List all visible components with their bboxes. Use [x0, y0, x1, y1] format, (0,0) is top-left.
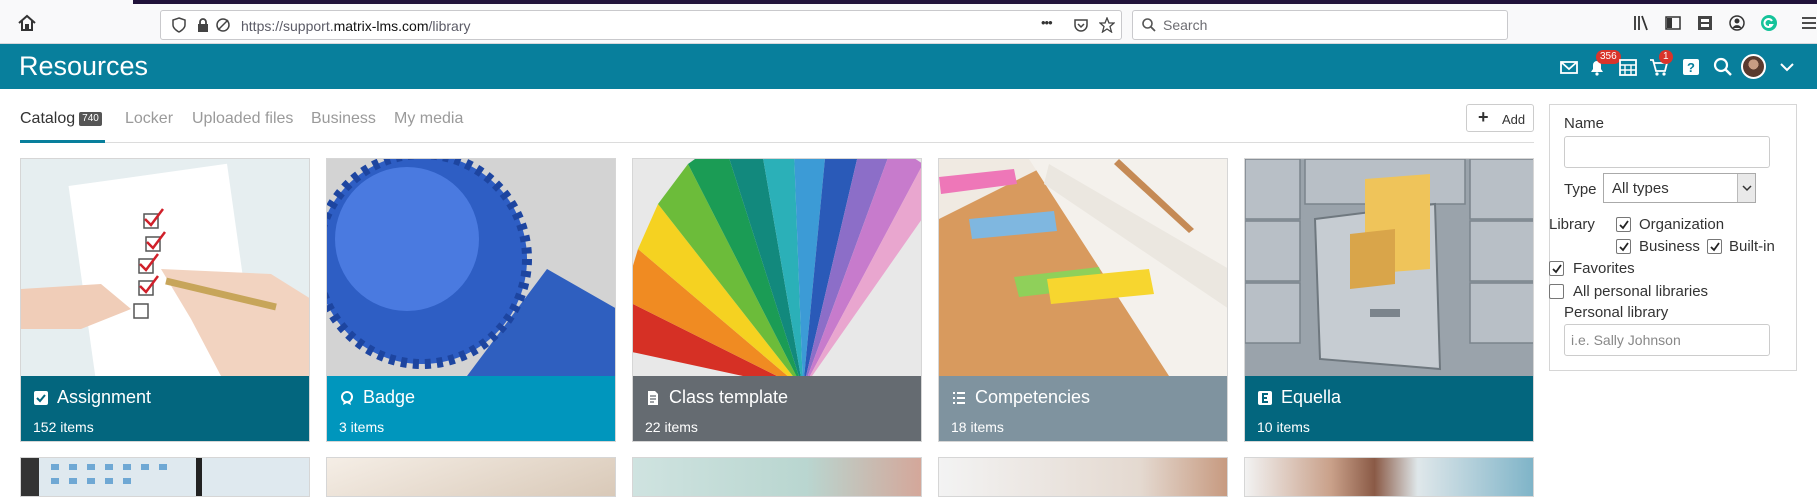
name-field[interactable] [1564, 136, 1770, 168]
card-title: Equella [1281, 387, 1342, 407]
organization-checkbox[interactable] [1616, 217, 1631, 232]
add-button[interactable]: + Add [1466, 104, 1534, 132]
extension-icon[interactable] [1696, 14, 1714, 32]
browser-search-input[interactable] [1163, 16, 1493, 34]
browser-search-bar[interactable] [1132, 10, 1508, 40]
page-actions-icon[interactable]: ••• [1041, 15, 1053, 30]
card-count: 18 items [951, 419, 1004, 435]
card-row2-2[interactable] [326, 457, 616, 497]
organization-label: Organization [1639, 216, 1725, 233]
favorites-label: Favorites [1573, 260, 1635, 277]
browser-toolbar: https://support.matrix-lms.com/library •… [0, 0, 1817, 44]
tab-catalog[interactable]: Catalog 740 [20, 110, 102, 128]
all-personal-checkbox[interactable] [1549, 284, 1564, 299]
card-caption: Assignment 152 items [21, 376, 309, 441]
card-row2-4[interactable] [938, 457, 1228, 497]
card-class-template[interactable]: Class template 22 items [632, 158, 922, 442]
card-row2-1[interactable] [20, 457, 310, 497]
chevron-down-icon [1737, 174, 1755, 202]
permissions-icon[interactable] [215, 17, 231, 33]
badge-image [327, 159, 615, 376]
card-equella[interactable]: Equella 10 items [1244, 158, 1534, 442]
card-title: Badge [363, 387, 416, 407]
card-count: 10 items [1257, 419, 1310, 435]
cart-badge: 1 [1659, 50, 1673, 64]
equella-icon [1258, 391, 1272, 405]
business-checkbox[interactable] [1616, 239, 1631, 254]
tabs-divider [20, 142, 1534, 143]
assignment-image [21, 159, 309, 376]
document-icon [648, 391, 658, 405]
card-caption: Class template 22 items [633, 376, 921, 441]
help-icon[interactable]: ? [1680, 56, 1702, 78]
card-row2-3[interactable] [632, 457, 922, 497]
tab-locker[interactable]: Locker [125, 110, 173, 128]
card-count: 22 items [645, 419, 698, 435]
menu-icon[interactable] [1800, 14, 1817, 32]
personal-library-label: Personal library [1564, 304, 1669, 321]
calendar-icon[interactable] [1617, 56, 1639, 78]
card-title: Assignment [57, 387, 152, 407]
star-icon[interactable] [1099, 17, 1115, 33]
business-label: Business [1639, 238, 1700, 255]
app-header: Resources 356 1 ? [0, 44, 1817, 89]
card-title: Competencies [975, 387, 1091, 407]
card-count: 152 items [33, 419, 94, 435]
pocket-icon[interactable] [1073, 17, 1089, 33]
builtin-label: Built-in [1729, 238, 1775, 255]
name-label: Name [1564, 115, 1605, 132]
list-icon [953, 392, 965, 404]
mail-icon[interactable] [1558, 56, 1580, 78]
filter-panel: Name Type All types Library Organization… [1549, 104, 1797, 371]
personal-library-field[interactable] [1564, 324, 1770, 356]
card-row2-5[interactable] [1244, 457, 1534, 497]
card-competencies[interactable]: Competencies 18 items [938, 158, 1228, 442]
address-bar[interactable]: https://support.matrix-lms.com/library •… [160, 10, 1122, 40]
active-tab-indicator [20, 140, 105, 143]
catalog-count-badge: 740 [79, 112, 102, 126]
equella-image [1245, 159, 1533, 376]
type-select[interactable]: All types [1603, 173, 1756, 203]
card-image [51, 458, 202, 496]
card-assignment[interactable]: Assignment 152 items [20, 158, 310, 442]
library-label: Library [1549, 216, 1595, 233]
card-caption: Competencies 18 items [939, 376, 1227, 441]
badge-icon [341, 391, 353, 405]
account-icon[interactable] [1728, 14, 1746, 32]
plus-icon: + [1478, 107, 1489, 127]
favorites-checkbox[interactable] [1549, 261, 1564, 276]
lock-icon[interactable] [195, 17, 211, 33]
search-icon[interactable] [1712, 56, 1734, 78]
svg-text:?: ? [1687, 60, 1695, 75]
all-personal-label: All personal libraries [1573, 283, 1709, 300]
card-caption: Badge 3 items [327, 376, 615, 441]
avatar[interactable] [1741, 54, 1766, 79]
browser-title-strip [133, 0, 1817, 4]
chevron-down-icon[interactable] [1776, 56, 1798, 78]
card-badge[interactable]: Badge 3 items [326, 158, 616, 442]
library-icon[interactable] [1632, 14, 1650, 32]
tab-uploaded-files[interactable]: Uploaded files [192, 110, 293, 128]
card-title: Class template [669, 387, 789, 407]
url-text: https://support.matrix-lms.com/library [241, 18, 471, 34]
card-count: 3 items [339, 419, 385, 435]
tab-business[interactable]: Business [311, 110, 376, 128]
search-icon [1142, 18, 1156, 32]
checkbox-icon [34, 391, 48, 405]
shield-icon[interactable] [171, 17, 187, 33]
card-caption: Equella 10 items [1245, 376, 1533, 441]
page-title: Resources [19, 51, 149, 81]
competencies-image [939, 159, 1227, 376]
sidebar-icon[interactable] [1664, 14, 1682, 32]
home-icon[interactable] [16, 12, 38, 34]
class-template-image [633, 159, 921, 376]
type-label: Type [1564, 181, 1597, 198]
grammarly-icon[interactable] [1760, 14, 1778, 32]
tab-my-media[interactable]: My media [394, 110, 463, 128]
builtin-checkbox[interactable] [1707, 239, 1722, 254]
